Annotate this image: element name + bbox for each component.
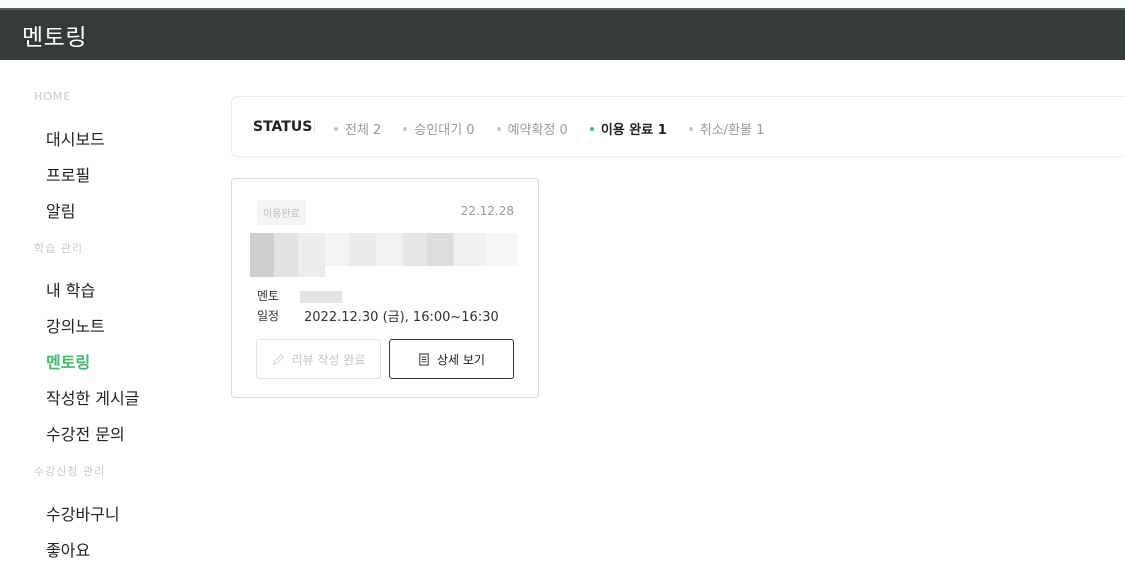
filter-completed[interactable]: 이용 완료 1 [589,119,667,138]
filter-label: 이용 완료 1 [600,123,667,138]
status-label: STATUS [253,119,313,135]
bullet-icon [688,126,693,131]
bullet-icon [496,126,501,131]
review-done-button[interactable]: 리뷰 작성 완료 [256,339,381,379]
sidebar-item-my-posts[interactable]: 작성한 게시글 [46,385,139,409]
page-title: 멘토링 [22,25,87,51]
status-filters: 전체 2 승인대기 0 예약확정 0 이용 완료 1 취소/환불 1 [334,119,786,138]
filter-all[interactable]: 전체 2 [334,119,381,138]
top-strip [0,0,1125,8]
sidebar-item-profile[interactable]: 프로필 [46,162,90,186]
bullet-icon [334,126,338,131]
sidebar-item-my-learning[interactable]: 내 학습 [46,277,95,301]
view-detail-button[interactable]: 상세 보기 [389,339,514,379]
sidebar-item-dashboard[interactable]: 대시보드 [46,126,105,150]
bullet-icon [589,126,594,131]
sidebar: HOME 대시보드 프로필 알림 학습 관리 내 학습 강의노트 멘토링 작성한… [0,60,200,566]
divider [314,121,315,134]
review-button-label: 리뷰 작성 완료 [291,352,366,367]
status-filter-bar: STATUS 전체 2 승인대기 0 예약확정 0 이용 완료 1 취소/환불 … [231,96,1125,157]
filter-label: 취소/환불 1 [699,123,765,138]
page-header: 멘토링 [0,8,1125,60]
blurred-mentor-name [300,291,342,303]
sidebar-item-likes[interactable]: 좋아요 [46,537,90,561]
bullet-icon [403,126,408,131]
mentoring-card: 이용완료 22.12.28 멘토 일정 2022.12.30 (금), 16:0… [231,178,539,398]
schedule-value: 2022.12.30 (금), 16:00~16:30 [304,310,499,325]
schedule-label: 일정 [257,309,280,323]
sidebar-item-cart[interactable]: 수강바구니 [46,501,120,525]
mentor-label: 멘토 [257,289,280,303]
sidebar-item-inquiries[interactable]: 수강전 문의 [46,421,125,445]
blurred-title [250,233,518,277]
filter-pending[interactable]: 승인대기 0 [403,119,475,138]
card-date: 22.12.28 [460,204,514,218]
filter-label: 승인대기 0 [414,123,475,138]
sidebar-item-lecture-notes[interactable]: 강의노트 [46,313,105,337]
status-badge: 이용완료 [257,200,306,225]
sidebar-section-enrollment: 수강신청 관리 [34,465,106,478]
detail-button-label: 상세 보기 [437,352,485,367]
filter-confirmed[interactable]: 예약확정 0 [496,119,568,138]
document-icon [419,352,429,366]
sidebar-section-learning: 학습 관리 [34,242,83,255]
sidebar-section-home: HOME [34,90,72,103]
pencil-icon [272,353,284,365]
filter-cancelled[interactable]: 취소/환불 1 [688,119,765,138]
sidebar-item-mentoring[interactable]: 멘토링 [46,349,90,373]
filter-label: 예약확정 0 [507,123,568,138]
filter-label: 전체 2 [345,123,382,138]
sidebar-item-notifications[interactable]: 알림 [46,198,75,222]
